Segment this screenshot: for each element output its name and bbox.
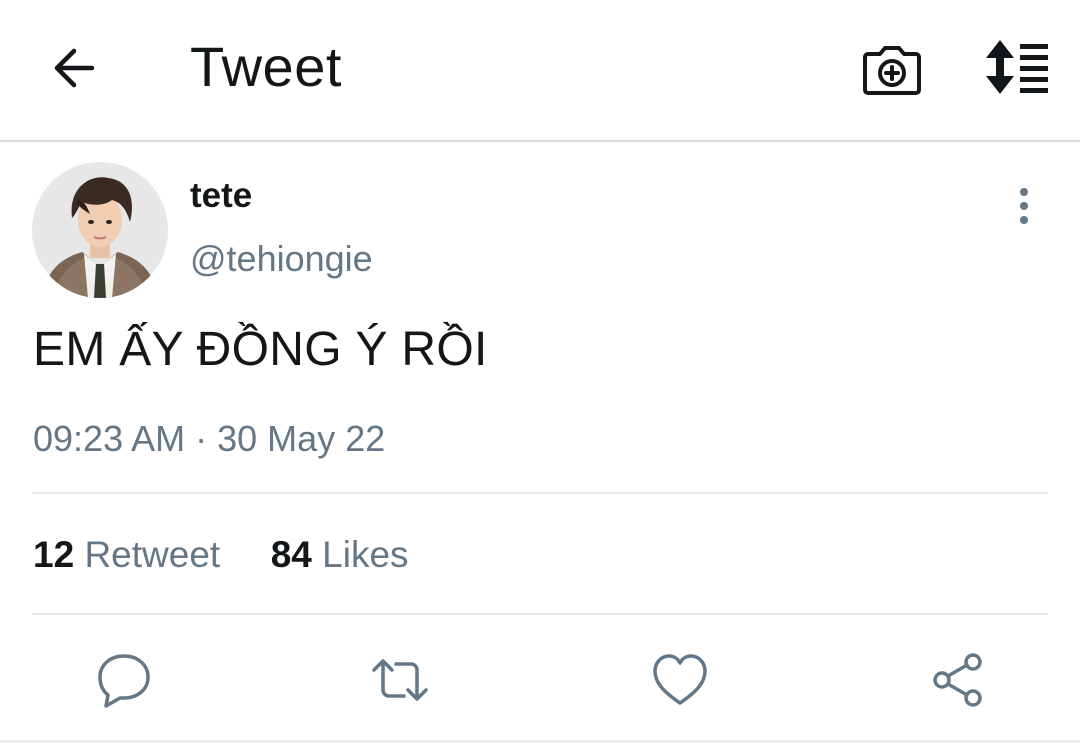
retweets-count: 12 xyxy=(33,534,75,575)
retweets-label: Retweet xyxy=(84,534,221,575)
page-title: Tweet xyxy=(190,35,342,98)
retweets-stat[interactable]: 12 Retweet xyxy=(33,534,230,575)
author-handle[interactable]: @tehiongie xyxy=(190,238,373,280)
reply-icon xyxy=(98,654,150,708)
profile-photo xyxy=(32,162,168,298)
sort-list-icon xyxy=(986,40,1048,94)
tweet-time: 09:23 AM xyxy=(33,418,186,459)
share-button[interactable] xyxy=(928,650,988,710)
topbar-divider xyxy=(0,140,1080,144)
more-vertical-icon xyxy=(1020,188,1028,224)
arrow-left-icon xyxy=(54,48,95,88)
like-heart-icon xyxy=(653,654,707,705)
retweet-icon xyxy=(372,659,428,701)
likes-stat[interactable]: 84 Likes xyxy=(271,534,409,575)
share-icon xyxy=(933,653,982,707)
avatar[interactable] xyxy=(32,162,168,298)
tweet-date: 30 May 22 xyxy=(217,418,386,459)
like-button[interactable] xyxy=(650,650,710,710)
more-options-button[interactable] xyxy=(1006,186,1042,226)
back-button[interactable] xyxy=(44,38,104,98)
author-display-name[interactable]: tete xyxy=(190,176,252,216)
tweet-text: EM ẤY ĐỒNG Ý RỒI xyxy=(33,323,488,376)
likes-label: Likes xyxy=(322,534,409,575)
tweet-timestamp[interactable]: 09:23 AM · 30 May 22 xyxy=(33,418,385,460)
divider xyxy=(32,613,1048,615)
camera-button[interactable] xyxy=(860,36,924,100)
reply-button[interactable] xyxy=(94,650,154,710)
top-app-bar: Tweet xyxy=(0,0,1080,140)
bottom-divider xyxy=(0,740,1080,743)
retweet-button[interactable] xyxy=(370,650,430,710)
divider xyxy=(32,492,1048,494)
likes-count: 84 xyxy=(270,534,312,575)
camera-plus-icon xyxy=(863,46,921,95)
tweet-stats: 12 Retweet 84 Likes xyxy=(33,534,409,576)
timestamp-separator: · xyxy=(195,418,208,459)
sort-button[interactable] xyxy=(980,36,1052,100)
